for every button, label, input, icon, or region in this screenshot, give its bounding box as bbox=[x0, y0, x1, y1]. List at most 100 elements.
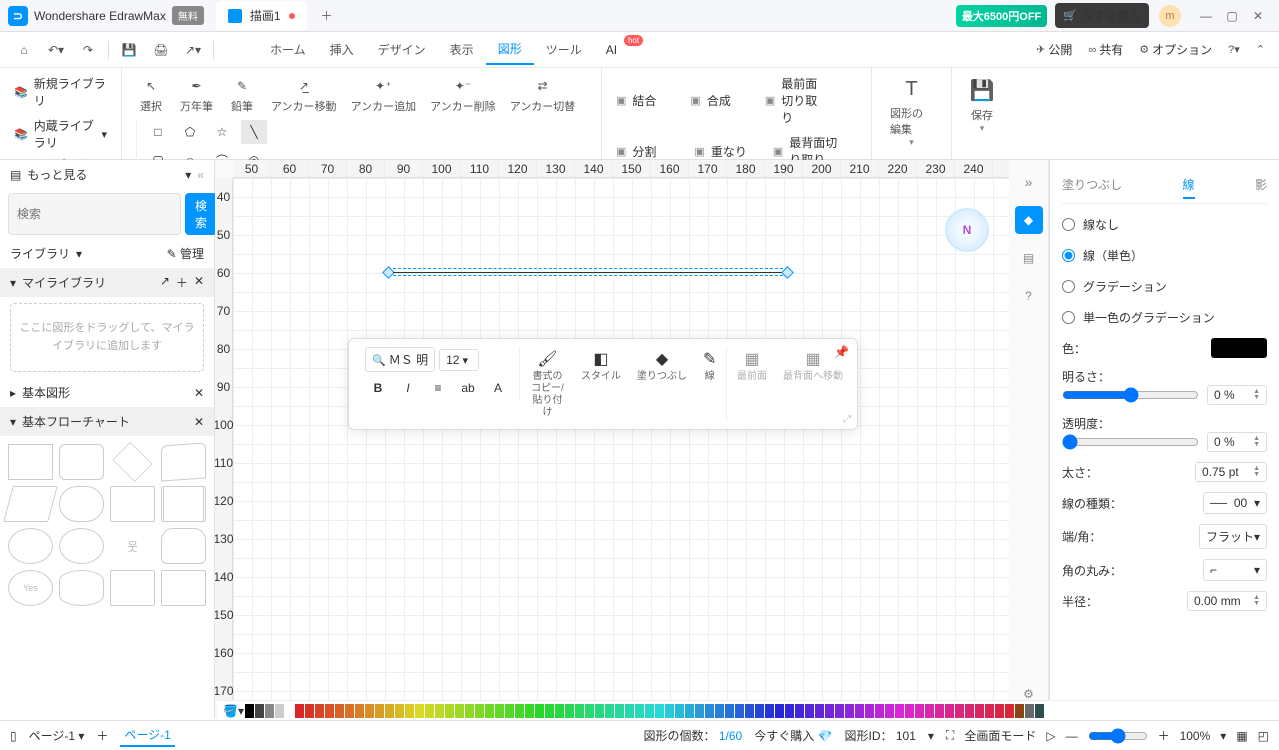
document-tab[interactable]: 描画1 bbox=[216, 1, 307, 30]
save-shape-button[interactable]: 💾保存▾ bbox=[960, 72, 1005, 140]
shape-item[interactable] bbox=[8, 528, 53, 564]
color-swatch[interactable] bbox=[725, 704, 734, 718]
menu-tool[interactable]: ツール bbox=[534, 35, 594, 64]
color-swatch[interactable] bbox=[305, 704, 314, 718]
shape-item[interactable] bbox=[59, 486, 104, 522]
color-swatch[interactable] bbox=[605, 704, 614, 718]
search-button[interactable]: 検索 bbox=[185, 193, 217, 235]
union-button[interactable]: ▣ 結合 bbox=[610, 72, 682, 129]
color-swatch[interactable] bbox=[465, 704, 474, 718]
help-button[interactable]: ?▾ bbox=[1222, 39, 1246, 60]
line-tab[interactable]: 線 bbox=[1183, 172, 1195, 199]
color-swatch[interactable] bbox=[365, 704, 374, 718]
line-style-button[interactable]: ✎線 bbox=[697, 347, 722, 385]
remove-icon[interactable]: ✕ bbox=[194, 274, 204, 291]
zoom-value[interactable]: 100% bbox=[1180, 729, 1211, 743]
color-swatch[interactable] bbox=[1211, 338, 1267, 358]
fit-page-icon[interactable]: ◰ bbox=[1258, 729, 1269, 743]
selected-line-shape[interactable] bbox=[388, 268, 788, 276]
present-icon[interactable]: ▷ bbox=[1046, 729, 1055, 743]
color-swatch[interactable] bbox=[915, 704, 924, 718]
shape-item[interactable] bbox=[161, 443, 206, 482]
bold-button[interactable]: B bbox=[365, 376, 391, 400]
shape-item[interactable] bbox=[110, 570, 155, 606]
drop-zone[interactable]: ここに図形をドラッグして、マイライブラリに追加します bbox=[10, 303, 204, 372]
add-icon[interactable]: ＋ bbox=[176, 274, 188, 291]
close-icon[interactable]: ✕ bbox=[194, 386, 204, 400]
import-icon[interactable]: ↗ bbox=[160, 274, 170, 291]
shape-item[interactable] bbox=[59, 570, 104, 606]
color-swatch[interactable] bbox=[745, 704, 754, 718]
color-swatch[interactable] bbox=[655, 704, 664, 718]
color-swatch[interactable] bbox=[855, 704, 864, 718]
search-input[interactable] bbox=[8, 193, 181, 235]
color-swatch[interactable] bbox=[575, 704, 584, 718]
font-select[interactable]: 🔍 ＭＳ 明 bbox=[365, 347, 435, 372]
color-swatch[interactable] bbox=[925, 704, 934, 718]
thickness-value[interactable]: 0.75 pt▲▼ bbox=[1195, 462, 1267, 482]
color-swatch[interactable] bbox=[345, 704, 354, 718]
color-swatch[interactable] bbox=[945, 704, 954, 718]
undo-button[interactable]: ↶▾ bbox=[40, 36, 72, 64]
color-swatch[interactable] bbox=[555, 704, 564, 718]
shape-item[interactable] bbox=[161, 528, 206, 564]
color-swatch[interactable] bbox=[285, 704, 294, 718]
shape-item[interactable] bbox=[161, 486, 206, 522]
anchor-move-tool[interactable]: ↗̲アンカー移動 bbox=[265, 72, 343, 118]
shape-item[interactable] bbox=[59, 528, 104, 564]
color-swatch[interactable] bbox=[245, 704, 254, 718]
color-swatch[interactable] bbox=[845, 704, 854, 718]
publish-button[interactable]: ✈ 公開 bbox=[1030, 37, 1078, 62]
opt-noline[interactable]: 線なし bbox=[1062, 214, 1267, 235]
color-swatch[interactable] bbox=[505, 704, 514, 718]
shape-item[interactable] bbox=[110, 486, 155, 522]
export-icon[interactable]: ↗▾ bbox=[177, 36, 209, 64]
pencil-tool[interactable]: ✎鉛筆 bbox=[221, 72, 263, 118]
color-swatch[interactable] bbox=[335, 704, 344, 718]
combine-button[interactable]: ▣ 合成 bbox=[684, 72, 756, 129]
corner-select[interactable]: ⌐ ▾ bbox=[1203, 559, 1267, 581]
user-avatar[interactable]: m bbox=[1159, 5, 1181, 27]
edit-shape-button[interactable]: T図形の編集▾ bbox=[880, 72, 943, 154]
color-swatch[interactable] bbox=[525, 704, 534, 718]
buy-button[interactable]: 🛒 今すぐ購入 bbox=[1055, 3, 1149, 28]
shape-item[interactable] bbox=[8, 444, 53, 480]
format-painter[interactable]: 🖌書式のコピー/ 貼り付け bbox=[524, 347, 571, 421]
layout-icon[interactable]: ▯ bbox=[10, 729, 17, 743]
color-swatch[interactable] bbox=[495, 704, 504, 718]
color-swatch[interactable] bbox=[435, 704, 444, 718]
print-icon[interactable]: 🖨 bbox=[145, 36, 177, 64]
promo-banner[interactable]: 最大6500円OFF bbox=[956, 5, 1047, 27]
anchor-toggle-tool[interactable]: ⇄アンカー切替 bbox=[504, 72, 582, 118]
shape-item[interactable] bbox=[59, 444, 104, 480]
color-swatch[interactable] bbox=[585, 704, 594, 718]
bring-front-button[interactable]: ▦最前面 bbox=[731, 347, 773, 385]
basic-shapes-section[interactable]: ▸基本図形✕ bbox=[0, 378, 214, 407]
color-swatch[interactable] bbox=[595, 704, 604, 718]
menu-design[interactable]: デザイン bbox=[366, 35, 438, 64]
color-swatch[interactable] bbox=[385, 704, 394, 718]
align-button[interactable]: ≡ bbox=[425, 376, 451, 400]
case-button[interactable]: ab bbox=[455, 376, 481, 400]
color-swatch[interactable] bbox=[695, 704, 704, 718]
color-swatch[interactable] bbox=[815, 704, 824, 718]
opt-mono-gradient[interactable]: 単一色のグラデーション bbox=[1062, 307, 1267, 328]
share-button[interactable]: ∞ 共有 bbox=[1082, 37, 1129, 62]
zoom-out[interactable]: — bbox=[1066, 729, 1078, 743]
brightness-value[interactable]: 0 %▲▼ bbox=[1207, 385, 1267, 405]
color-swatch[interactable] bbox=[1015, 704, 1024, 718]
color-swatch[interactable] bbox=[765, 704, 774, 718]
ai-assistant-badge[interactable]: N bbox=[945, 208, 989, 252]
menu-insert[interactable]: 挿入 bbox=[318, 35, 366, 64]
more-button[interactable]: もっと見る bbox=[27, 166, 179, 183]
maximize-button[interactable]: ▢ bbox=[1219, 3, 1245, 29]
color-swatch[interactable] bbox=[485, 704, 494, 718]
color-swatch[interactable] bbox=[865, 704, 874, 718]
rect-shape[interactable]: □ bbox=[145, 120, 171, 144]
color-swatch[interactable] bbox=[735, 704, 744, 718]
color-swatch[interactable] bbox=[295, 704, 304, 718]
anchor-delete-tool[interactable]: ✦⁻アンカー削除 bbox=[424, 72, 502, 118]
color-swatch[interactable] bbox=[535, 704, 544, 718]
color-swatch[interactable] bbox=[475, 704, 484, 718]
line-shape[interactable]: ╲ bbox=[241, 120, 267, 144]
